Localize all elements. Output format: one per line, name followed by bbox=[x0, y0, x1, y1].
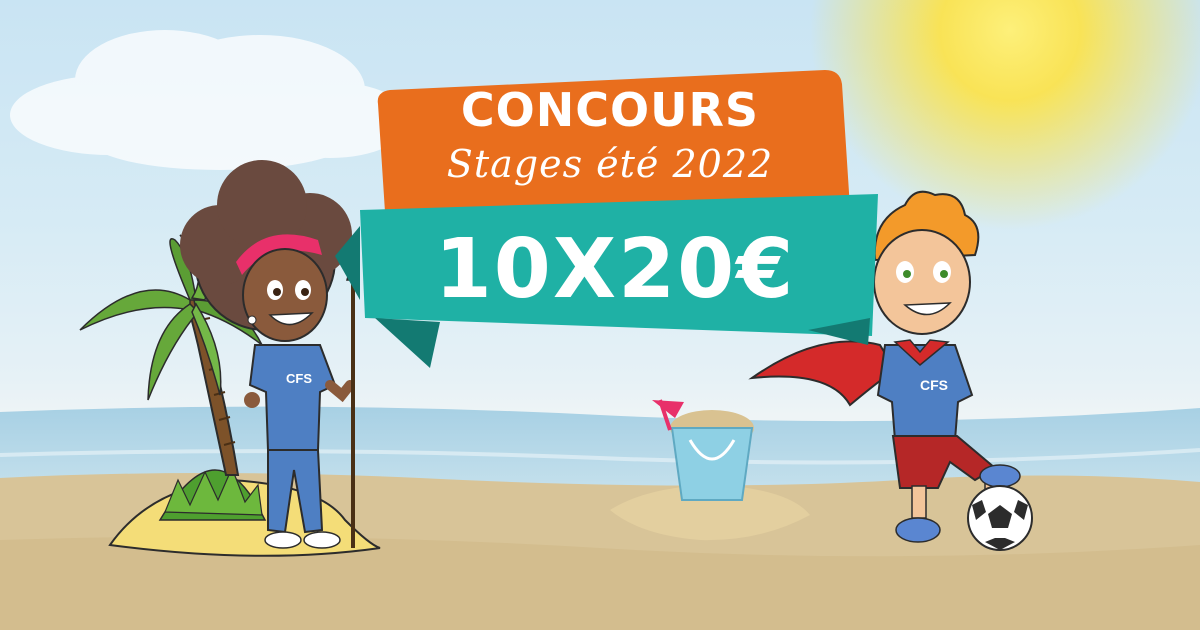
contest-title: CONCOURS bbox=[460, 83, 760, 137]
promo-banner-image: CFS CFS CONCOURS Stages été 2022 10X20€ bbox=[0, 0, 1200, 630]
contest-subtitle: Stages été 2022 bbox=[446, 142, 774, 186]
banner-text-layer: CONCOURS Stages été 2022 10X20€ bbox=[0, 0, 1200, 630]
prize-amount: 10X20€ bbox=[434, 222, 796, 317]
